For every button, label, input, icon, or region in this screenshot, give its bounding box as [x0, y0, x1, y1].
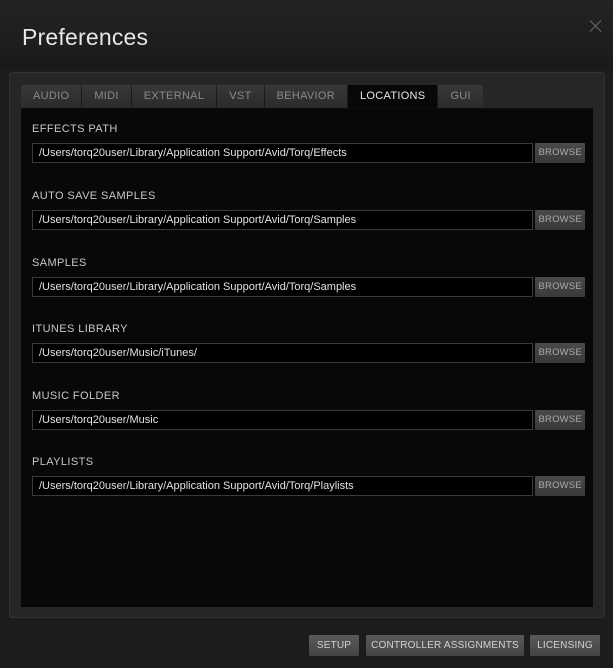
location-group-auto-save-samples: AUTO SAVE SAMPLES /Users/torq20user/Libr… [32, 189, 585, 230]
location-label: SAMPLES [32, 257, 87, 269]
location-label: ITUNES LIBRARY [32, 323, 128, 335]
playlists-field[interactable]: /Users/torq20user/Library/Application Su… [32, 476, 534, 496]
location-row: /Users/torq20user/Library/Application Su… [32, 277, 585, 297]
location-group-itunes-library: ITUNES LIBRARY /Users/torq20user/Music/i… [32, 322, 585, 363]
window-title: Preferences [22, 24, 149, 50]
locations-panel: EFFECTS PATH /Users/torq20user/Library/A… [21, 108, 593, 607]
music-folder-field[interactable]: /Users/torq20user/Music [32, 410, 534, 430]
tab-bar: AUDIO MIDI EXTERNAL VST BEHAVIOR LOCATIO… [21, 85, 483, 108]
samples-browse-button[interactable]: BROWSE [535, 277, 585, 297]
location-group-samples: SAMPLES /Users/torq20user/Library/Applic… [32, 256, 585, 297]
preferences-window: Preferences AUDIO MIDI EXTERNAL VST BEHA… [0, 0, 613, 668]
auto-save-samples-browse-button[interactable]: BROWSE [535, 210, 585, 230]
preferences-frame: AUDIO MIDI EXTERNAL VST BEHAVIOR LOCATIO… [9, 72, 605, 618]
effects-path-browse-button[interactable]: BROWSE [535, 143, 585, 163]
location-group-music-folder: MUSIC FOLDER /Users/torq20user/Music BRO… [32, 389, 585, 430]
location-group-playlists: PLAYLISTS /Users/torq20user/Library/Appl… [32, 455, 585, 496]
tab-vst[interactable]: VST [217, 85, 265, 108]
effects-path-field[interactable]: /Users/torq20user/Library/Application Su… [32, 143, 534, 163]
auto-save-samples-field[interactable]: /Users/torq20user/Library/Application Su… [32, 210, 534, 230]
location-label: MUSIC FOLDER [32, 390, 120, 402]
location-row: /Users/torq20user/Library/Application Su… [32, 476, 585, 496]
location-row: /Users/torq20user/Library/Application Su… [32, 143, 585, 163]
tab-midi[interactable]: MIDI [82, 85, 132, 108]
tab-gui[interactable]: GUI [438, 85, 483, 108]
tab-external[interactable]: EXTERNAL [131, 85, 218, 108]
location-row: /Users/torq20user/Music BROWSE [32, 410, 585, 430]
music-folder-browse-button[interactable]: BROWSE [535, 410, 585, 430]
setup-button[interactable]: SETUP [309, 635, 359, 656]
itunes-library-field[interactable]: /Users/torq20user/Music/iTunes/ [32, 343, 534, 363]
location-row: /Users/torq20user/Music/iTunes/ BROWSE [32, 343, 585, 363]
location-label: EFFECTS PATH [32, 123, 118, 135]
samples-field[interactable]: /Users/torq20user/Library/Application Su… [32, 277, 534, 297]
itunes-library-browse-button[interactable]: BROWSE [535, 343, 585, 363]
licensing-button[interactable]: LICENSING [530, 635, 600, 656]
controller-assignments-button[interactable]: CONTROLLER ASSIGNMENTS [366, 635, 524, 656]
close-icon[interactable] [588, 18, 604, 34]
tab-audio[interactable]: AUDIO [21, 85, 83, 108]
playlists-browse-button[interactable]: BROWSE [535, 476, 585, 496]
tab-locations[interactable]: LOCATIONS [347, 85, 439, 108]
footer-bar: SETUP CONTROLLER ASSIGNMENTS LICENSING [0, 625, 613, 668]
location-label: AUTO SAVE SAMPLES [32, 190, 156, 202]
tab-behavior[interactable]: BEHAVIOR [264, 85, 348, 108]
location-row: /Users/torq20user/Library/Application Su… [32, 210, 585, 230]
location-label: PLAYLISTS [32, 456, 94, 468]
title-bar: Preferences [0, 0, 613, 68]
location-group-effects-path: EFFECTS PATH /Users/torq20user/Library/A… [32, 122, 585, 163]
